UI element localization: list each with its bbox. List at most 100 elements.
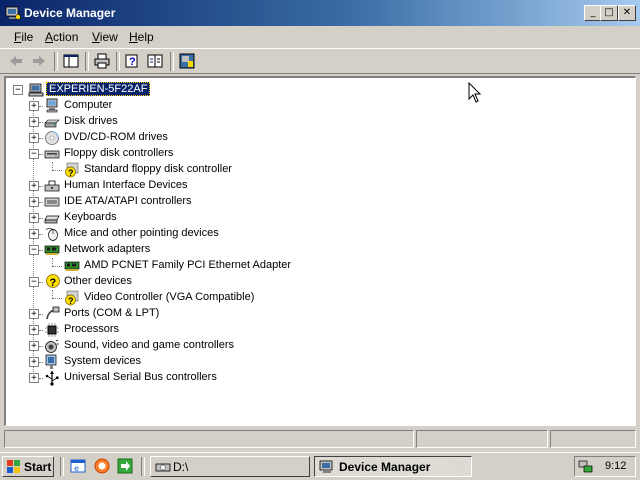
tree-node-label: Disk drives [64, 115, 118, 127]
mouse-cursor-icon [468, 82, 482, 103]
expand-toggle[interactable]: + [29, 309, 39, 319]
tree-node[interactable]: + Sound, video and game controllers [6, 338, 606, 354]
menu-help[interactable]: Help [129, 30, 154, 44]
forward-arrow-icon[interactable] [31, 53, 47, 69]
title-bar[interactable]: Device Manager _ □ ✕ [0, 0, 640, 26]
menu-action-accel: A [45, 30, 54, 44]
collapse-toggle[interactable]: − [29, 277, 39, 287]
tree-node-label: Human Interface Devices [64, 179, 188, 191]
menu-file[interactable]: File [14, 30, 33, 44]
system-tray: 9:12 [574, 456, 636, 477]
tree-node-label: Sound, video and game controllers [64, 339, 234, 351]
properties-icon[interactable] [147, 53, 163, 69]
expand-toggle[interactable]: + [29, 229, 39, 239]
taskbar: Start e D:\ Device Manager 9:12 [0, 452, 640, 480]
tree-node[interactable]: + Mice and other pointing devices [6, 226, 606, 242]
tree-child-node[interactable]: ? Standard floppy disk controller [6, 162, 606, 178]
start-button[interactable]: Start [2, 456, 54, 477]
taskbar-separator [141, 457, 145, 476]
menu-view[interactable]: View [92, 30, 118, 44]
expand-toggle[interactable]: + [29, 101, 39, 111]
close-button[interactable]: ✕ [618, 5, 636, 21]
collapse-toggle[interactable]: − [13, 85, 23, 95]
expand-toggle[interactable]: + [29, 357, 39, 367]
network-tray-icon[interactable] [578, 459, 594, 474]
tree-root[interactable]: − EXPERIEN-5F22AF [10, 82, 210, 98]
disk-drive-icon [44, 119, 60, 128]
clock[interactable]: 9:12 [605, 460, 626, 472]
start-label: Start [24, 460, 52, 474]
scan-hardware-icon[interactable] [179, 53, 195, 69]
menu-help-accel: H [129, 30, 138, 44]
expand-toggle[interactable]: + [29, 325, 39, 335]
network-adapter-icon [44, 245, 60, 255]
expand-toggle[interactable]: + [29, 213, 39, 223]
tree-node[interactable]: + Human Interface Devices [6, 178, 606, 194]
expand-toggle[interactable]: + [29, 133, 39, 143]
expand-toggle[interactable]: + [29, 341, 39, 351]
tree-node[interactable]: + System devices [6, 354, 606, 370]
menu-file-rest: ile [21, 30, 34, 44]
taskbar-separator [60, 457, 64, 476]
tree-node[interactable]: + IDE ATA/ATAPI controllers [6, 194, 606, 210]
processor-icon [45, 323, 59, 337]
warning-device-icon: ? [65, 290, 79, 306]
tree-node[interactable]: + Processors [6, 322, 606, 338]
usb-icon [45, 371, 59, 386]
explorer-icon[interactable]: e [70, 458, 86, 474]
svg-text:?: ? [129, 56, 136, 68]
collapse-toggle[interactable]: − [29, 149, 39, 159]
device-manager-icon [5, 6, 21, 20]
desktop-icon[interactable] [117, 458, 133, 474]
toolbar-separator [54, 52, 58, 71]
window-title: Device Manager [24, 6, 116, 20]
tree-child-node[interactable]: AMD PCNET Family PCI Ethernet Adapter [6, 258, 606, 274]
tree-node[interactable]: − Floppy disk controllers [6, 146, 606, 162]
show-hide-console-tree-icon[interactable] [63, 53, 79, 69]
svg-text:e: e [74, 464, 79, 473]
drive-icon [155, 463, 171, 472]
menu-action[interactable]: Action [45, 30, 78, 44]
task-button-drive[interactable]: D:\ [150, 456, 310, 477]
tree-node-label: Universal Serial Bus controllers [64, 371, 217, 383]
tree-child-node[interactable]: ? Video Controller (VGA Compatible) [6, 290, 606, 306]
tree-node[interactable]: −? Other devices [6, 274, 606, 290]
status-cell-3 [550, 430, 636, 448]
task-device-manager-label: Device Manager [339, 460, 431, 474]
expand-toggle[interactable]: + [29, 117, 39, 127]
print-icon[interactable] [94, 53, 110, 69]
svg-text:?: ? [68, 296, 74, 306]
toolbar-separator [85, 52, 89, 71]
tree-node[interactable]: + Keyboards [6, 210, 606, 226]
tree-node-label: Keyboards [64, 211, 117, 223]
maximize-button[interactable]: □ [600, 5, 618, 21]
expand-toggle[interactable]: + [29, 197, 39, 207]
collapse-toggle[interactable]: − [29, 245, 39, 255]
svg-text:?: ? [68, 168, 74, 178]
tree-node[interactable]: + Computer [6, 98, 606, 114]
port-icon [46, 306, 60, 320]
tree-child-label: AMD PCNET Family PCI Ethernet Adapter [84, 259, 292, 271]
tree-root-label: EXPERIEN-5F22AF [46, 82, 151, 96]
expand-toggle[interactable]: + [29, 181, 39, 191]
tree-node[interactable]: + Ports (COM & LPT) [6, 306, 606, 322]
tree-node[interactable]: − Network adapters [6, 242, 606, 258]
tree-node[interactable]: + Universal Serial Bus controllers [6, 370, 606, 386]
windows-logo-icon [7, 460, 20, 473]
help-icon[interactable]: ? [124, 53, 140, 69]
warning-device-icon: ? [65, 162, 79, 178]
task-button-device-manager[interactable]: Device Manager [314, 456, 472, 477]
device-manager-window: Device Manager _ □ ✕ File Action View He… [0, 0, 640, 452]
computer-icon [28, 83, 44, 97]
back-arrow-icon[interactable] [8, 53, 24, 69]
expand-toggle[interactable]: + [29, 373, 39, 383]
tree-node[interactable]: + Disk drives [6, 114, 606, 130]
menu-view-rest: iew [99, 30, 118, 44]
tree-node-label: Floppy disk controllers [64, 147, 174, 159]
task-drive-label: D:\ [173, 460, 189, 474]
cdrom-icon [45, 131, 59, 145]
tree-node[interactable]: + DVD/CD-ROM drives [6, 130, 606, 146]
browser-icon[interactable] [94, 458, 110, 474]
device-tree[interactable]: − EXPERIEN-5F22AF + Computer + Disk drives +… [4, 76, 636, 426]
mouse-icon [45, 228, 58, 241]
